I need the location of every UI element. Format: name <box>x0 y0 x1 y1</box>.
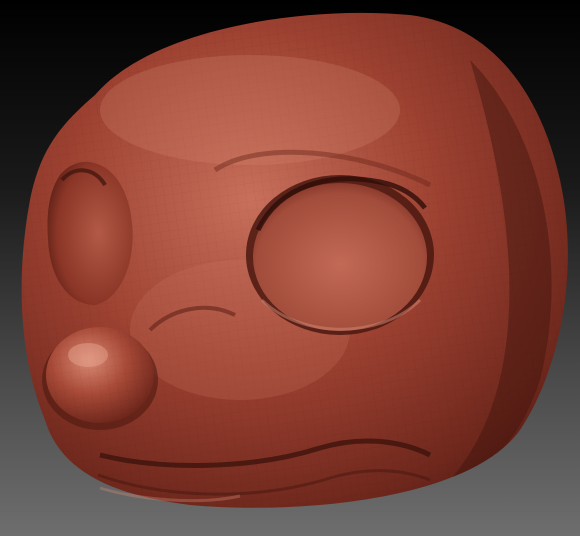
sculpt-viewport[interactable] <box>0 0 580 536</box>
sculpted-head-model <box>21 12 568 508</box>
right-eye-socket <box>246 175 434 335</box>
left-eye-socket <box>47 161 133 305</box>
